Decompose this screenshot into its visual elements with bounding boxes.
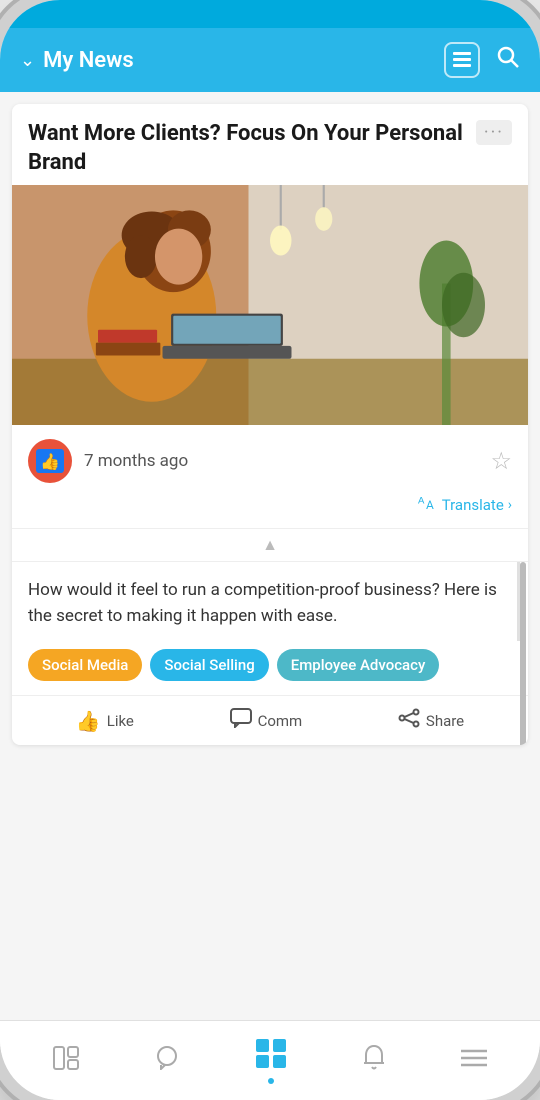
nav-chevron-icon: ⌄ (20, 50, 35, 71)
article-excerpt: How would it feel to run a competition-p… (12, 562, 520, 641)
share-label: Share (426, 712, 464, 730)
scroll-indicator: ▲ (12, 529, 528, 562)
menu-icon (461, 1047, 487, 1075)
like-button[interactable]: 👍 Like (76, 709, 134, 733)
translate-icon: ᴬ A (418, 493, 438, 516)
like-label: Like (107, 712, 134, 730)
list-view-button[interactable] (444, 42, 480, 78)
top-nav: ⌄ My News (0, 28, 540, 92)
comment-button[interactable]: Comm (230, 708, 303, 733)
nav-item-chat[interactable] (142, 1042, 192, 1080)
meta-row: 👍 7 months ago ☆ (12, 425, 528, 493)
scrollbar-thumb[interactable] (520, 562, 526, 745)
card-header: Want More Clients? Focus On Your Persona… (12, 104, 528, 185)
nav-item-home[interactable] (243, 1034, 299, 1088)
time-ago: 7 months ago (84, 451, 188, 471)
card-menu-button[interactable]: ··· (476, 120, 512, 145)
nav-item-menu[interactable] (449, 1043, 499, 1079)
comment-icon (230, 708, 252, 733)
tag-social-selling[interactable]: Social Selling (150, 649, 268, 681)
translate-label: Translate (442, 496, 504, 514)
article-image (12, 185, 528, 425)
notifications-icon (362, 1045, 386, 1077)
bottom-nav (0, 1020, 540, 1100)
translate-chevron-icon: › (508, 497, 512, 513)
translate-row: ᴬ A Translate › (12, 493, 528, 529)
chat-icon (154, 1046, 180, 1076)
tag-social-media[interactable]: Social Media (28, 649, 142, 681)
svg-text:ᴬ: ᴬ (418, 495, 425, 511)
nav-title: My News (43, 48, 134, 73)
tag-employee-advocacy[interactable]: Employee Advocacy (277, 649, 440, 681)
source-icon: 👍 (28, 439, 72, 483)
nav-item-notifications[interactable] (350, 1041, 398, 1081)
search-button[interactable] (496, 45, 520, 75)
thumbs-up-icon: 👍 (40, 452, 60, 471)
share-button[interactable]: Share (398, 708, 464, 733)
tags-row: Social Media Social Selling Employee Adv… (12, 641, 528, 695)
nav-title-area[interactable]: ⌄ My News (20, 48, 134, 73)
action-bar: 👍 Like Comm (12, 695, 528, 745)
svg-text:A: A (426, 498, 434, 511)
phone-frame: ⌄ My News Want More Cl (0, 0, 540, 1100)
nav-icons (444, 42, 520, 78)
home-icon (255, 1038, 287, 1074)
nav-item-feed[interactable] (41, 1042, 91, 1080)
source-icon-inner: 👍 (36, 449, 64, 473)
like-icon: 👍 (76, 709, 101, 733)
scrollbar-track[interactable] (520, 562, 526, 641)
status-bar (0, 0, 540, 28)
article-card: Want More Clients? Focus On Your Persona… (12, 104, 528, 745)
share-icon (398, 708, 420, 733)
translate-button[interactable]: ᴬ A Translate › (418, 493, 512, 516)
scroll-up-icon: ▲ (262, 535, 278, 555)
article-title: Want More Clients? Focus On Your Persona… (28, 120, 468, 177)
content-area: Want More Clients? Focus On Your Persona… (0, 92, 540, 1020)
bookmark-icon[interactable]: ☆ (490, 447, 512, 475)
feed-icon (53, 1046, 79, 1076)
comment-label: Comm (258, 712, 303, 730)
active-indicator (268, 1078, 274, 1084)
excerpt-container: How would it feel to run a competition-p… (12, 562, 528, 641)
meta-left: 👍 7 months ago (28, 439, 188, 483)
